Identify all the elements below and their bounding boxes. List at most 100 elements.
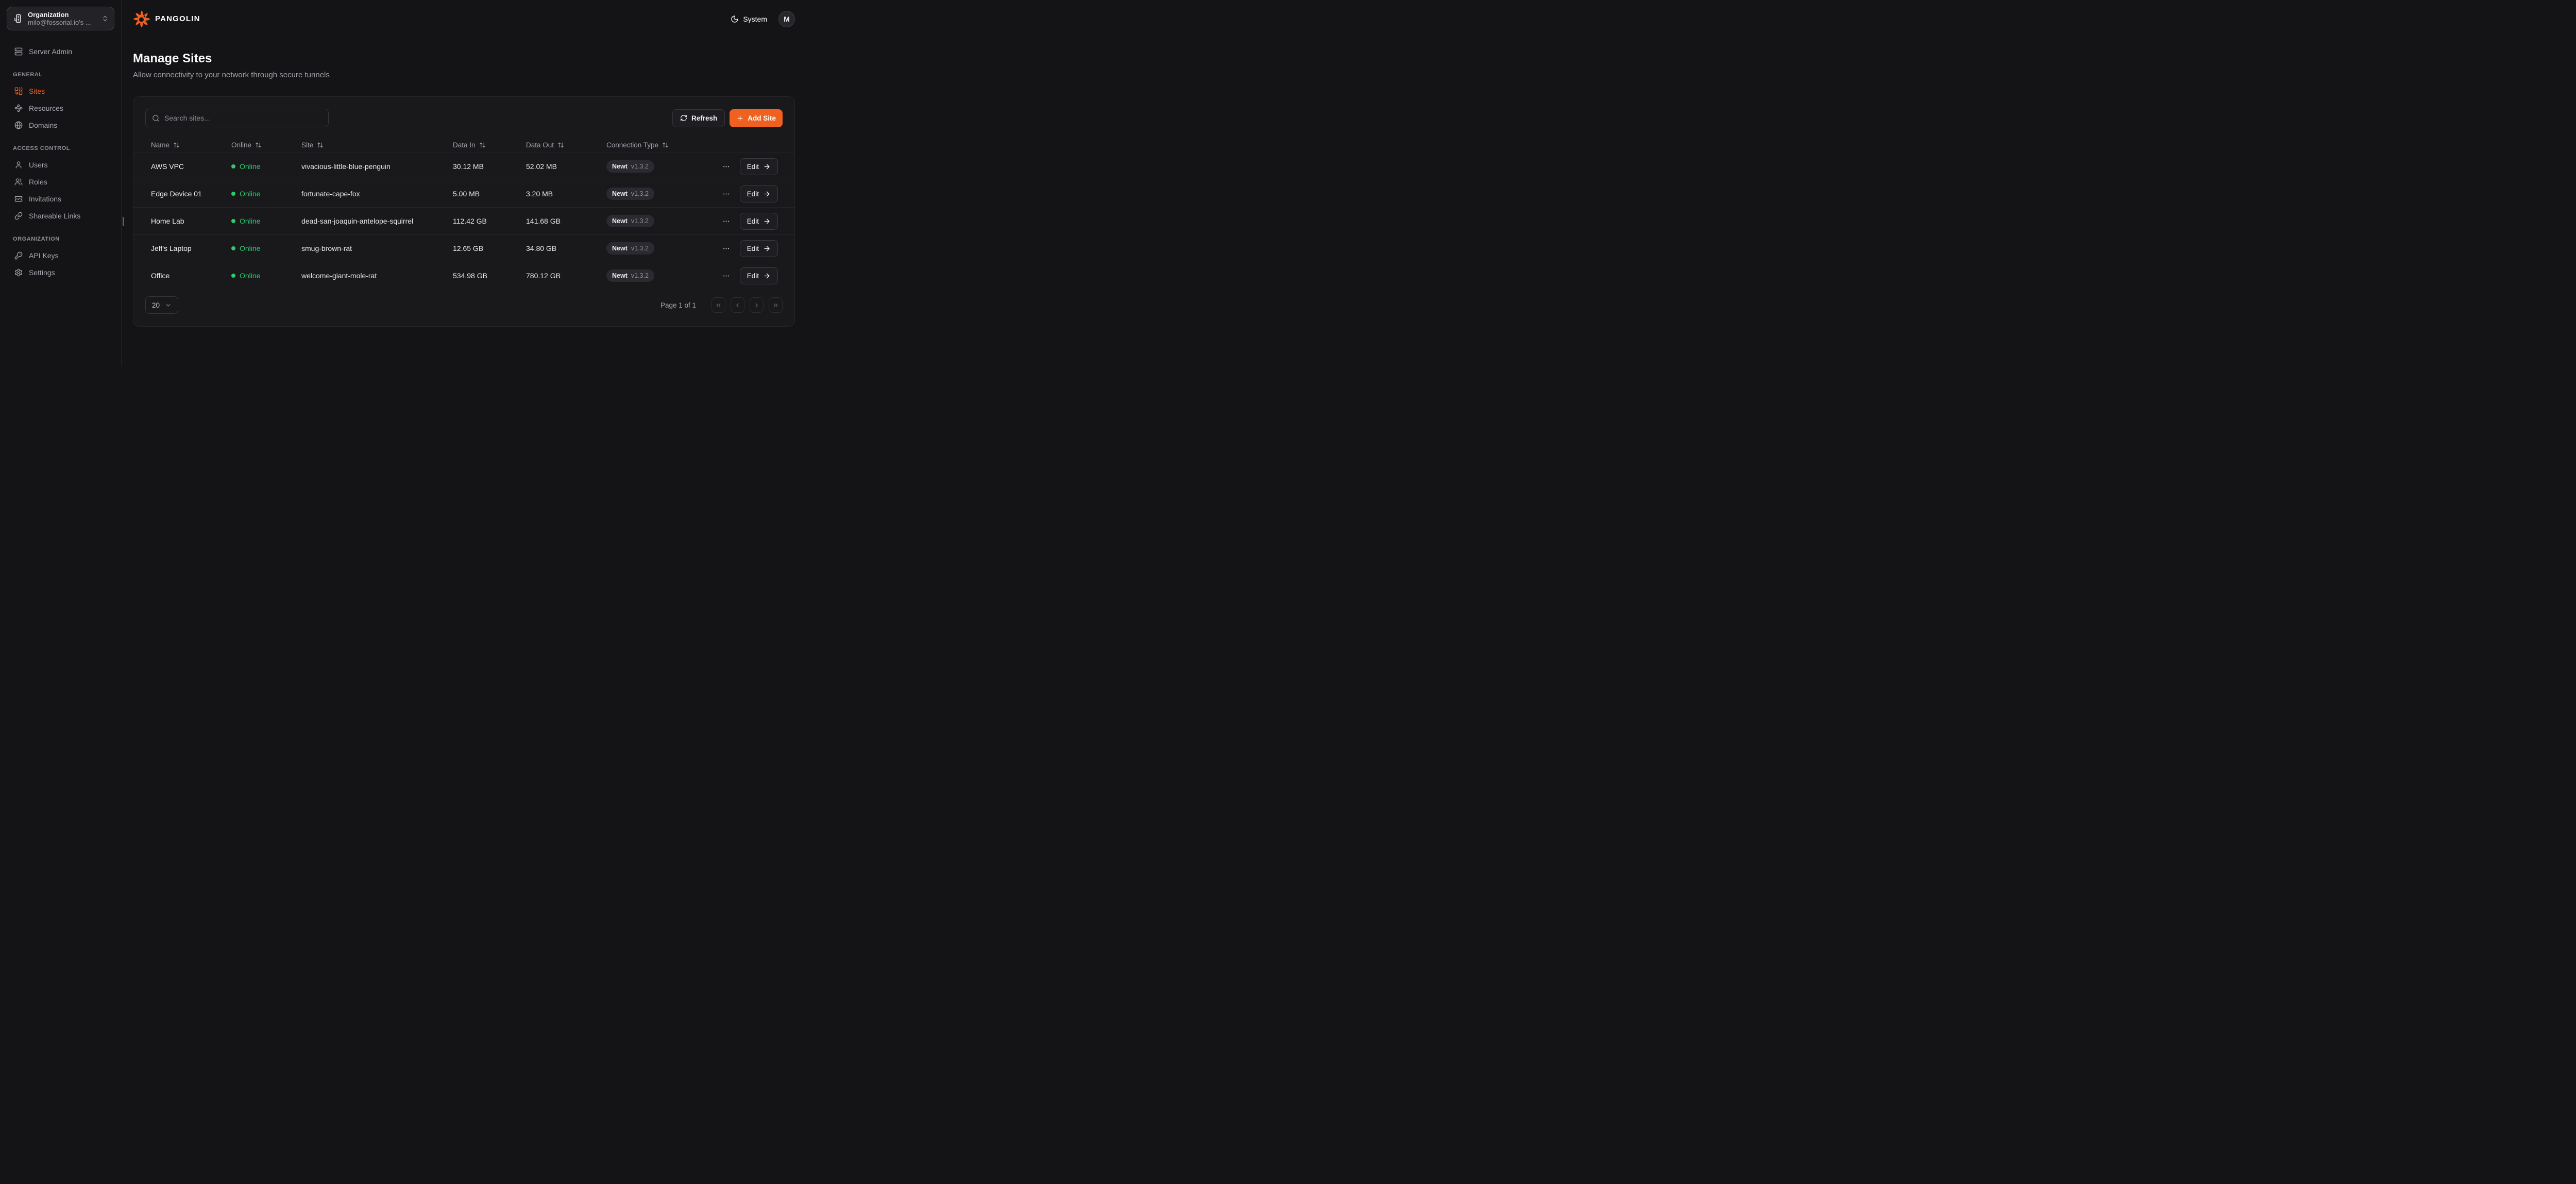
main-area: PANGOLIN System M Manage Sites Allow con…: [122, 0, 808, 366]
sidebar-item-label: Sites: [29, 87, 45, 95]
sidebar-item-server-admin[interactable]: Server Admin: [7, 43, 114, 60]
brand: PANGOLIN: [133, 10, 200, 28]
table-row: Home Lab Online dead-san-joaquin-antelop…: [133, 207, 794, 234]
row-menu-button[interactable]: [720, 270, 732, 282]
online-status: Online: [231, 244, 301, 252]
table-header-row: Name Online Site Data In Data Out Connec…: [133, 137, 794, 153]
search-input[interactable]: [164, 114, 322, 122]
page-subtitle: Allow connectivity to your network throu…: [133, 71, 795, 79]
sidebar-item-shareable-links[interactable]: Shareable Links: [7, 207, 114, 224]
sidebar-item-users[interactable]: Users: [7, 156, 114, 173]
sort-icon: [255, 142, 262, 148]
column-header-connection-type[interactable]: Connection Type: [606, 141, 778, 149]
status-label: Online: [240, 190, 260, 198]
row-menu-button[interactable]: [720, 243, 732, 255]
sidebar-item-sites[interactable]: Sites: [7, 82, 114, 99]
server-icon: [14, 47, 23, 56]
search-box: [145, 109, 329, 127]
column-label: Name: [151, 141, 170, 149]
avatar[interactable]: M: [778, 11, 795, 27]
first-page-button[interactable]: [711, 297, 725, 313]
edit-button[interactable]: Edit: [740, 213, 778, 230]
site-name: Jeff's Laptop: [151, 244, 231, 252]
avatar-initial: M: [784, 15, 790, 23]
last-page-button[interactable]: [769, 297, 783, 313]
sidebar-item-label: Invitations: [29, 195, 61, 203]
sidebar-item-api-keys[interactable]: API Keys: [7, 247, 114, 264]
sidebar-item-settings[interactable]: Settings: [7, 264, 114, 281]
org-selector[interactable]: Organization milo@fossorial.io's ...: [7, 7, 114, 30]
edit-button[interactable]: Edit: [740, 158, 778, 175]
status-dot-icon: [231, 274, 235, 278]
users-icon: [14, 178, 23, 186]
waypoints-icon: [14, 104, 23, 112]
table-row: Jeff's Laptop Online smug-brown-rat 12.6…: [133, 234, 794, 262]
connection-type-badge: Newtv1.3.2: [606, 215, 654, 227]
edit-button[interactable]: Edit: [740, 267, 778, 284]
next-page-button[interactable]: [750, 297, 764, 313]
sort-icon: [317, 142, 324, 148]
page-size-select[interactable]: 20: [145, 296, 178, 314]
add-site-button[interactable]: Add Site: [730, 109, 783, 127]
page-header: Manage Sites Allow connectivity to your …: [133, 52, 795, 79]
sidebar-item-domains[interactable]: Domains: [7, 116, 114, 133]
site-slug: fortunate-cape-fox: [301, 190, 453, 198]
sidebar-item-resources[interactable]: Resources: [7, 99, 114, 116]
moon-icon: [731, 15, 739, 23]
status-label: Online: [240, 272, 260, 280]
pangolin-logo-icon: [133, 10, 150, 28]
edit-label: Edit: [747, 163, 759, 171]
site-slug: dead-san-joaquin-antelope-squirrel: [301, 217, 453, 225]
refresh-button[interactable]: Refresh: [672, 109, 725, 127]
top-right: System M: [731, 11, 795, 27]
data-out-value: 780.12 GB: [526, 272, 606, 280]
client-version: v1.3.2: [631, 190, 649, 197]
column-header-site[interactable]: Site: [301, 141, 453, 149]
combine-icon: [14, 87, 23, 95]
sidebar-item-roles[interactable]: Roles: [7, 173, 114, 190]
add-site-label: Add Site: [748, 114, 776, 122]
row-menu-button[interactable]: [720, 215, 732, 227]
connection-type-badge: Newtv1.3.2: [606, 242, 654, 255]
client-version: v1.3.2: [631, 245, 649, 252]
data-in-value: 5.00 MB: [453, 190, 526, 198]
theme-toggle[interactable]: System: [731, 15, 767, 23]
sidebar-scrollbar-thumb[interactable]: [123, 217, 124, 226]
column-header-online[interactable]: Online: [231, 141, 301, 149]
row-menu-button[interactable]: [720, 188, 732, 200]
previous-page-button[interactable]: [731, 297, 744, 313]
client-name: Newt: [612, 163, 628, 170]
edit-button[interactable]: Edit: [740, 240, 778, 257]
refresh-icon: [680, 114, 687, 122]
globe-icon: [14, 121, 23, 129]
sidebar-item-label: Shareable Links: [29, 212, 80, 220]
section-title-organization: ORGANIZATION: [7, 236, 114, 242]
column-label: Connection Type: [606, 141, 658, 149]
sidebar-item-invitations[interactable]: Invitations: [7, 190, 114, 207]
column-header-data-out[interactable]: Data Out: [526, 141, 606, 149]
status-label: Online: [240, 244, 260, 252]
client-version: v1.3.2: [631, 272, 649, 279]
column-label: Online: [231, 141, 251, 149]
user-icon: [14, 161, 23, 169]
arrow-right-icon: [763, 245, 771, 252]
page-size-value: 20: [152, 301, 160, 309]
edit-button[interactable]: Edit: [740, 185, 778, 202]
online-status: Online: [231, 217, 301, 225]
brand-name: PANGOLIN: [155, 14, 200, 23]
sidebar-nav: Server Admin GENERAL Sites Resources Dom…: [7, 43, 114, 281]
column-header-name[interactable]: Name: [151, 141, 231, 149]
online-status: Online: [231, 162, 301, 171]
table-row: Edge Device 01 Online fortunate-cape-fox…: [133, 180, 794, 207]
client-name: Newt: [612, 190, 628, 197]
column-header-data-in[interactable]: Data In: [453, 141, 526, 149]
gear-icon: [14, 268, 23, 277]
page-title: Manage Sites: [133, 52, 795, 66]
row-menu-button[interactable]: [720, 161, 732, 173]
org-selector-value: milo@fossorial.io's ...: [28, 19, 96, 26]
status-label: Online: [240, 217, 260, 225]
site-name: Edge Device 01: [151, 190, 231, 198]
site-slug: welcome-giant-mole-rat: [301, 272, 453, 280]
sidebar-item-label: Server Admin: [29, 47, 72, 56]
sidebar-item-label: API Keys: [29, 251, 59, 260]
